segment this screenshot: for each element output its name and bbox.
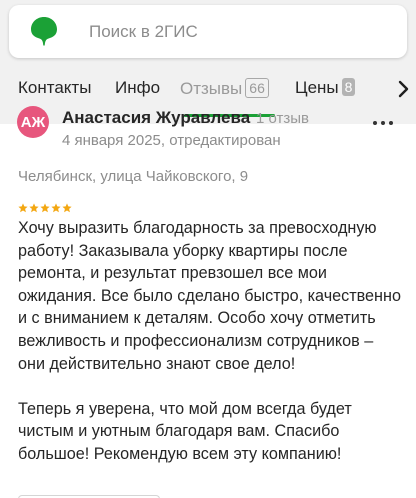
tab-info[interactable]: Инфо bbox=[115, 78, 160, 98]
tab-label: Инфо bbox=[115, 78, 161, 97]
tab-count-badge: 66 bbox=[245, 78, 269, 98]
review-date: 4 января 2025, отредактирован bbox=[62, 132, 281, 149]
review-address: Челябинск, улица Чайковского, 9 bbox=[18, 168, 249, 185]
chevron-right-icon[interactable] bbox=[397, 80, 411, 98]
star-icon bbox=[40, 203, 50, 213]
star-icon bbox=[62, 203, 72, 213]
search-bar[interactable]: Поиск в 2ГИС bbox=[9, 5, 407, 58]
review-text: Хочу выразить благодарность за превосход… bbox=[18, 217, 403, 466]
tab-reviews[interactable]: Отзывы 66 bbox=[180, 78, 269, 99]
tab-count-badge: 8 bbox=[341, 78, 356, 96]
star-icon bbox=[29, 203, 39, 213]
avatar-initials: АЖ bbox=[20, 113, 46, 131]
star-rating bbox=[18, 203, 72, 213]
review-paragraph: Теперь я уверена, что мой дом всегда буд… bbox=[18, 399, 352, 463]
author-review-count: 1 отзыв bbox=[256, 110, 310, 127]
review-paragraph: Хочу выразить благодарность за превосход… bbox=[18, 219, 401, 373]
tab-label: Контакты bbox=[18, 78, 92, 97]
search-input[interactable]: Поиск в 2ГИС bbox=[89, 22, 198, 42]
2gis-logo-icon[interactable] bbox=[31, 17, 57, 47]
tab-label: Цены bbox=[295, 78, 339, 97]
star-icon bbox=[51, 203, 61, 213]
tab-label: Отзывы bbox=[180, 79, 243, 98]
tab-contacts[interactable]: Контакты bbox=[18, 78, 91, 98]
avatar[interactable]: АЖ bbox=[17, 106, 49, 138]
star-icon bbox=[18, 203, 28, 213]
tab-prices[interactable]: Цены 8 bbox=[295, 78, 356, 98]
more-dots-icon[interactable] bbox=[373, 121, 393, 127]
review-author-name[interactable]: Анастасия Журавлева bbox=[62, 108, 250, 128]
tab-bar: Контакты Инфо Отзывы 66 Цены 8 bbox=[0, 74, 416, 104]
